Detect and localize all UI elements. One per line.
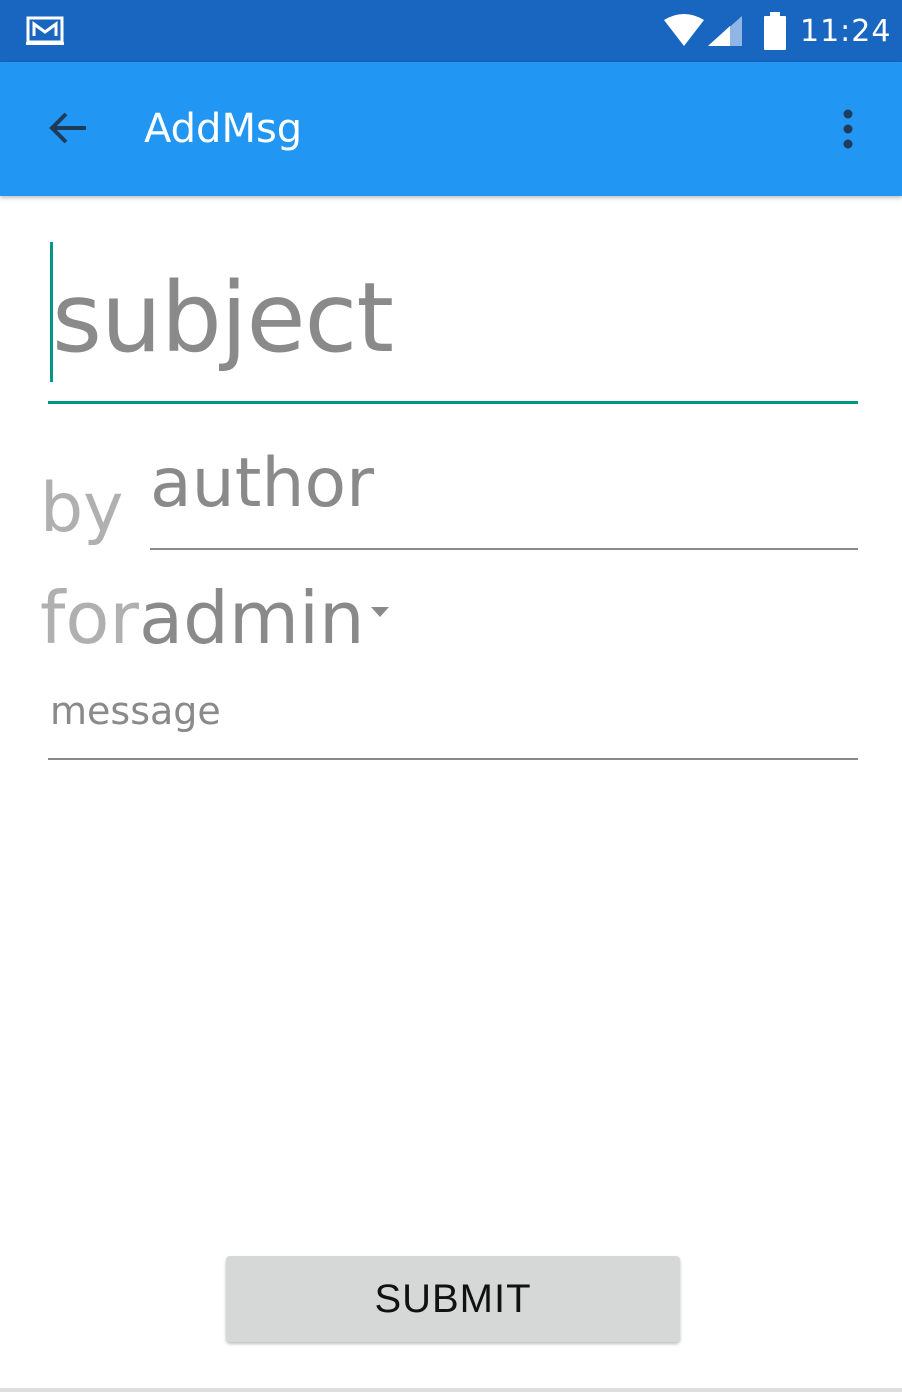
cell-signal-icon xyxy=(708,16,742,46)
screen-title: AddMsg xyxy=(144,106,303,152)
submit-button-label: SUBMIT xyxy=(374,1276,532,1321)
status-bar: 11:24 xyxy=(0,0,902,62)
dropdown-arrow-icon xyxy=(370,607,389,617)
author-input[interactable]: author xyxy=(150,434,858,550)
add-msg-screen: 11:24 AddMsg subject by author for admin… xyxy=(0,0,902,1392)
by-label: by xyxy=(40,469,124,548)
recipient-selected-value: admin xyxy=(139,576,365,660)
mail-notification-icon xyxy=(26,16,64,45)
battery-icon xyxy=(764,12,786,50)
subject-placeholder: subject xyxy=(52,262,394,374)
recipient-row: for admin xyxy=(40,570,391,666)
author-placeholder: author xyxy=(150,444,375,523)
message-input[interactable]: message xyxy=(48,680,858,760)
subject-input[interactable]: subject xyxy=(48,236,858,404)
back-button[interactable] xyxy=(30,90,106,166)
more-vert-icon xyxy=(843,109,853,149)
submit-button[interactable]: SUBMIT xyxy=(226,1256,680,1342)
recipient-spinner[interactable]: admin xyxy=(139,570,391,666)
app-toolbar: AddMsg xyxy=(0,62,902,196)
status-clock: 11:24 xyxy=(800,14,892,49)
message-placeholder: message xyxy=(50,689,221,733)
wifi-icon xyxy=(664,14,704,46)
bottom-divider xyxy=(0,1388,902,1392)
for-label: for xyxy=(40,576,139,660)
overflow-menu-button[interactable] xyxy=(820,94,876,164)
arrow-back-icon xyxy=(49,112,86,144)
